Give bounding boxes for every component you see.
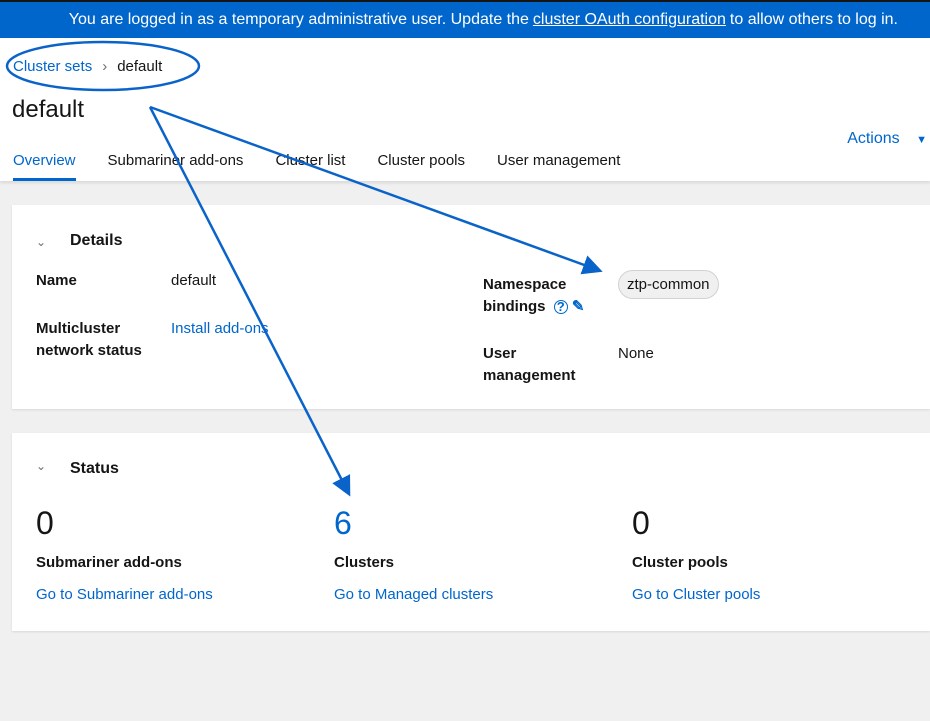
breadcrumb-cluster-sets[interactable]: Cluster sets bbox=[13, 58, 92, 75]
help-icon[interactable]: ? bbox=[553, 300, 568, 314]
user-mgmt-value: None bbox=[618, 345, 654, 362]
chevron-down-icon[interactable]: ⌄ bbox=[36, 235, 46, 249]
cluster-pools-link[interactable]: Go to Cluster pools bbox=[632, 584, 760, 606]
chevron-right-icon: › bbox=[102, 58, 108, 75]
admin-banner: You are logged in as a temporary adminis… bbox=[0, 2, 930, 38]
tab-submariner[interactable]: Submariner add-ons bbox=[108, 152, 244, 181]
details-heading: Details bbox=[70, 232, 123, 249]
clusters-label: Clusters bbox=[334, 554, 395, 571]
chevron-down-icon[interactable]: ⌄ bbox=[36, 459, 46, 473]
status-heading: Status bbox=[70, 460, 119, 477]
pools-count: 0 bbox=[632, 505, 650, 541]
multicluster-label: Multicluster network status bbox=[36, 318, 142, 362]
tab-cluster-pools[interactable]: Cluster pools bbox=[377, 152, 465, 181]
um-label-1: User bbox=[483, 345, 517, 362]
mc-label-1: Multicluster bbox=[36, 320, 121, 337]
page-title: default bbox=[12, 96, 85, 123]
breadcrumb: Cluster sets › default bbox=[13, 58, 162, 75]
details-card: ⌄ Details Name default Multicluster netwo… bbox=[12, 205, 930, 409]
name-label: Name bbox=[36, 272, 77, 289]
managed-clusters-link[interactable]: Go to Managed clusters bbox=[334, 584, 493, 606]
ns-label-1: Namespace bbox=[483, 276, 567, 293]
actions-label: Actions bbox=[847, 130, 900, 147]
tab-cluster-list[interactable]: Cluster list bbox=[275, 152, 345, 181]
actions-dropdown[interactable]: Actions ▼ bbox=[847, 130, 927, 148]
submariner-link[interactable]: Go to Submariner add-ons bbox=[36, 584, 213, 606]
caret-down-icon: ▼ bbox=[916, 134, 927, 146]
install-addons-link[interactable]: Install add-ons bbox=[171, 318, 269, 340]
oauth-config-link[interactable]: cluster OAuth configuration bbox=[533, 11, 726, 29]
banner-text: You are logged in as a temporary adminis… bbox=[68, 11, 529, 28]
pools-label: Cluster pools bbox=[632, 554, 728, 571]
status-card: ⌄ Status 0 Submariner add-ons Go to Subm… bbox=[12, 433, 930, 631]
submariner-count: 0 bbox=[36, 505, 54, 541]
banner-text-end: to allow others to log in. bbox=[729, 11, 898, 28]
breadcrumb-current: default bbox=[117, 58, 163, 75]
name-value: default bbox=[171, 272, 217, 289]
submariner-label: Submariner add-ons bbox=[36, 554, 182, 571]
tab-user-management[interactable]: User management bbox=[497, 152, 620, 181]
mc-label-2: network status bbox=[36, 342, 142, 359]
page-header: Cluster sets › default default Actions ▼… bbox=[0, 38, 930, 181]
namespace-chip: ztp-common bbox=[618, 270, 719, 299]
um-label-2: management bbox=[483, 367, 576, 384]
tab-overview[interactable]: Overview bbox=[13, 152, 76, 181]
edit-pencil-icon[interactable]: ✎ bbox=[572, 298, 585, 315]
clusters-count[interactable]: 6 bbox=[334, 505, 352, 542]
namespace-label: Namespace bindings ? ✎ bbox=[483, 274, 584, 318]
user-mgmt-label: User management bbox=[483, 343, 576, 387]
tabs: Overview Submariner add-ons Cluster list… bbox=[13, 152, 620, 181]
ns-label-2: bindings bbox=[483, 298, 546, 315]
